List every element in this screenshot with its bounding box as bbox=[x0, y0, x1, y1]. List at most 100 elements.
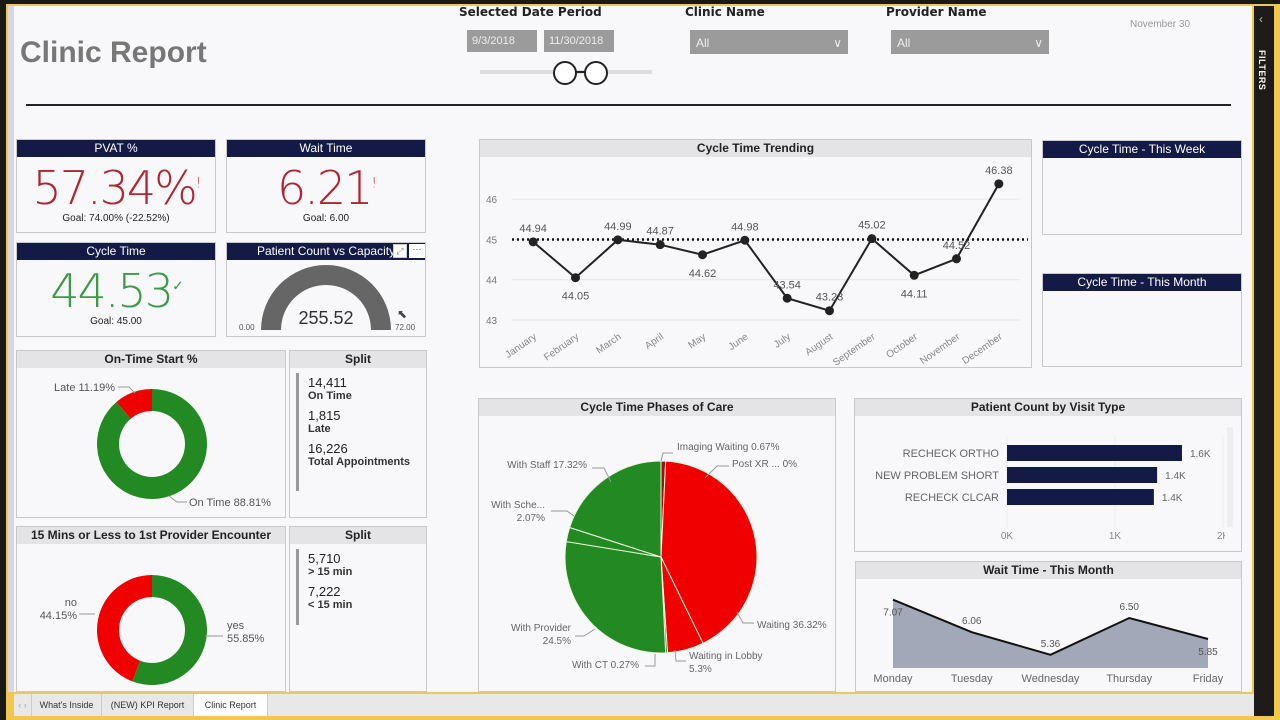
x-tick-label: April bbox=[643, 331, 666, 351]
data-label: 6.06 bbox=[962, 616, 982, 627]
scrollbar[interactable] bbox=[1227, 427, 1233, 527]
warning-icon: ! bbox=[371, 175, 376, 192]
end-date-input[interactable]: 11/30/2018 bbox=[544, 30, 614, 52]
bar bbox=[1007, 467, 1158, 483]
on-time-card[interactable]: On-Time Start % Late 11.19% On Time 88.81… bbox=[16, 350, 286, 518]
check-icon: ✓ bbox=[171, 278, 184, 295]
pvat-card[interactable]: PVAT % 57.34%! Goal: 74.00% (-22.52%) bbox=[16, 139, 216, 233]
cycle-time-card[interactable]: Cycle Time 44.53✓ Goal: 45.00 bbox=[16, 242, 216, 337]
date-slider-end-handle[interactable] bbox=[584, 61, 608, 85]
start-date-input[interactable]: 9/3/2018 bbox=[467, 30, 537, 52]
gauge-value: 255.52 bbox=[298, 308, 353, 328]
encounter-card[interactable]: 15 Mins or Less to 1st Provider Encounte… bbox=[16, 526, 286, 692]
visit-type-title: Patient Count by Visit Type bbox=[855, 399, 1241, 416]
date-slider-start-handle[interactable] bbox=[553, 61, 577, 85]
encounter-split-card[interactable]: Split 5,710 > 15 min 7,222 < 15 min bbox=[289, 526, 427, 692]
tab-clinic-report[interactable]: Clinic Report bbox=[194, 694, 268, 716]
y-tick-label: 44 bbox=[486, 276, 498, 287]
split-title: Split bbox=[290, 351, 426, 368]
capacity-gauge: 255.52 0.00 72.00 bbox=[239, 265, 416, 332]
phases-card[interactable]: Cycle Time Phases of Care Imaging Waitin… bbox=[478, 398, 836, 692]
filters-pane[interactable]: ‹ FILTERS bbox=[1254, 6, 1274, 716]
data-label: 5.36 bbox=[1041, 639, 1061, 650]
data-label: 45.02 bbox=[858, 220, 886, 232]
data-label: 44.87 bbox=[646, 226, 674, 238]
visit-type-card[interactable]: Patient Count by Visit Type 0K 1K 2K RECHEC… bbox=[854, 398, 1242, 552]
clinic-dropdown[interactable]: All ∨ bbox=[690, 30, 848, 54]
data-label: 43.54 bbox=[773, 279, 801, 291]
wait-time-card-title: Wait Time bbox=[227, 140, 425, 157]
more-options-icon[interactable]: ⋯ bbox=[409, 244, 425, 258]
tab-kpi-report[interactable]: (NEW) KPI Report bbox=[102, 694, 194, 716]
on-time-split-card[interactable]: Split 14,411 On Time 1,815 Late 16,226 T… bbox=[289, 350, 427, 518]
donut-leader-line bbox=[118, 386, 136, 394]
split-label-late: Late bbox=[308, 423, 331, 435]
encounter-title: 15 Mins or Less to 1st Provider Encounte… bbox=[17, 527, 285, 544]
split-value-over-15: 5,710 bbox=[308, 551, 341, 566]
warning-icon: ! bbox=[195, 175, 201, 192]
pie-label: 24.5% bbox=[543, 636, 571, 647]
pie-label: 2.07% bbox=[517, 513, 545, 524]
wait-month-chart: 7.07 Monday 6.06 Tuesday 5.36 Wednesday 6.50 Th… bbox=[873, 598, 1224, 685]
on-time-donut: Late 11.19% On Time 88.81% bbox=[54, 382, 271, 509]
x-tick-label: June bbox=[726, 331, 750, 353]
wait-time-value: 6.21! bbox=[227, 161, 425, 215]
filters-label: FILTERS bbox=[1257, 50, 1267, 91]
category-label: NEW PROBLEM SHORT bbox=[875, 470, 999, 482]
cycle-trend-title: Cycle Time Trending bbox=[480, 140, 1031, 157]
chevron-left-icon[interactable]: ‹ bbox=[1259, 12, 1263, 26]
chevron-down-icon: ∨ bbox=[1034, 36, 1043, 50]
cycle-time-goal: Goal: 45.00 bbox=[90, 316, 142, 327]
split-accent-bar bbox=[296, 549, 299, 625]
data-label: 44.05 bbox=[562, 291, 590, 303]
wait-time-number: 6.21 bbox=[276, 161, 373, 215]
wait-month-card[interactable]: Wait Time - This Month 7.07 Monday 6.06 Tue… bbox=[855, 561, 1242, 692]
cycle-week-card[interactable]: Cycle Time - This Week bbox=[1042, 140, 1242, 235]
pie-label: Waiting in Lobby bbox=[689, 651, 763, 662]
data-label: 44.11 bbox=[901, 288, 928, 300]
data-point bbox=[994, 179, 1004, 189]
tab-scroll-arrows[interactable]: ‹ › bbox=[14, 694, 32, 716]
data-point bbox=[952, 254, 961, 264]
cycle-month-card[interactable]: Cycle Time - This Month bbox=[1042, 273, 1242, 367]
cycle-trend-card[interactable]: Cycle Time Trending 43 44 45 46 44.94 January… bbox=[479, 139, 1032, 368]
data-point bbox=[825, 306, 834, 316]
capacity-card[interactable]: Patient Count vs Capacity ⤢ ⋯ 255.52 0.0… bbox=[226, 242, 426, 337]
wait-time-card[interactable]: Wait Time 6.21! Goal: 6.00 bbox=[226, 139, 426, 233]
focus-mode-icon[interactable]: ⤢ bbox=[393, 244, 407, 258]
page-tabs: ‹ › What's Inside (NEW) KPI Report Clini… bbox=[14, 694, 1254, 716]
data-point bbox=[909, 270, 919, 280]
header-divider bbox=[26, 104, 1231, 106]
data-point bbox=[613, 235, 623, 245]
data-label: 46.38 bbox=[985, 165, 1013, 177]
pvat-value: 57.34%! bbox=[17, 161, 215, 215]
category-label: RECHECK CLCAR bbox=[905, 492, 999, 504]
data-label: 5.85 bbox=[1198, 647, 1218, 658]
cycle-time-value: 44.53✓ bbox=[17, 264, 215, 318]
provider-dropdown[interactable]: All ∨ bbox=[891, 30, 1049, 54]
cycle-time-card-title: Cycle Time bbox=[17, 243, 215, 260]
y-tick-label: 43 bbox=[486, 316, 498, 327]
wait-month-title: Wait Time - This Month bbox=[856, 562, 1241, 579]
data-label: 7.07 bbox=[883, 608, 903, 619]
pie-label: Waiting 36.32% bbox=[757, 620, 827, 631]
pie-label: Post XR ... 0% bbox=[732, 459, 797, 470]
data-label: 44.94 bbox=[519, 223, 547, 235]
data-label: 44.99 bbox=[604, 221, 632, 233]
bar-value-label: 1.6K bbox=[1190, 449, 1211, 460]
bar bbox=[1007, 489, 1154, 505]
cycle-trend-chart: 43 44 45 46 44.94 January 44.05 February 44.99 Ma… bbox=[486, 165, 1028, 368]
split-label-total: Total Appointments bbox=[308, 456, 411, 468]
donut-label: no bbox=[65, 597, 77, 609]
pie-label: With Provider bbox=[511, 623, 572, 634]
x-tick-label: Wednesday bbox=[1022, 673, 1080, 685]
x-tick-label: November bbox=[918, 331, 963, 367]
gauge-max: 72.00 bbox=[395, 323, 416, 332]
x-tick-label: September bbox=[831, 331, 878, 368]
split-value-under-15: 7,222 bbox=[308, 584, 341, 599]
mouse-cursor-icon: ⬉ bbox=[397, 307, 408, 321]
tab-whats-inside[interactable]: What's Inside bbox=[32, 694, 102, 716]
split-value-total: 16,226 bbox=[308, 441, 348, 456]
x-tick-label: 1K bbox=[1109, 531, 1122, 542]
split-label-under-15: < 15 min bbox=[308, 599, 353, 611]
